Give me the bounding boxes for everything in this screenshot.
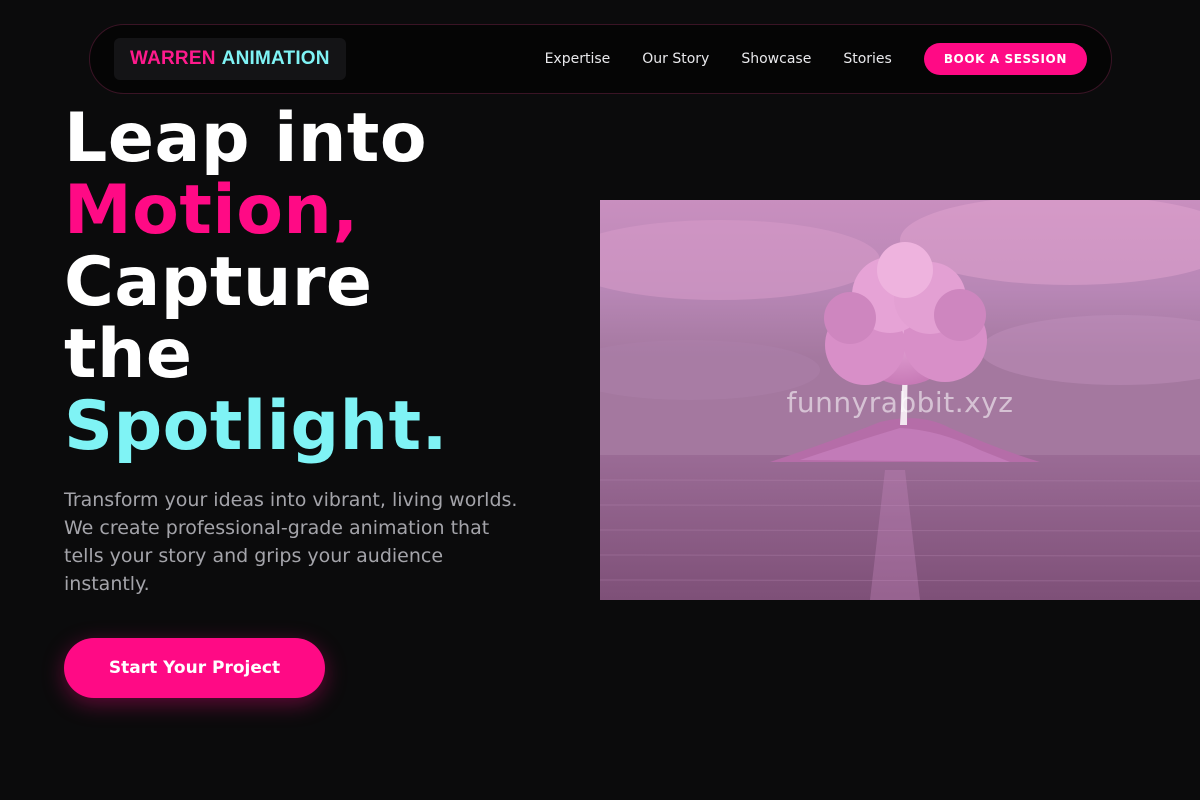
logo-word-warren: WARREN [130,48,216,69]
start-project-button[interactable]: Start Your Project [64,638,325,698]
headline-line-3: Capture [64,243,373,322]
page: WARREN ANIMATION Expertise Our Story Sho… [0,0,1200,800]
hero-image: funnyrabbit.xyz [600,200,1200,600]
nav-link-our-story[interactable]: Our Story [642,51,709,67]
hero-headline: Leap into Motion, Capture the Spotlight. [64,103,448,463]
book-session-button[interactable]: BOOK A SESSION [923,43,1087,75]
logo-word-animation: ANIMATION [221,48,330,69]
headline-line-5: Spotlight. [64,387,448,466]
headline-line-1: Leap into [64,99,428,178]
headline-line-2: Motion, [64,171,359,250]
top-navbar: WARREN ANIMATION Expertise Our Story Sho… [89,24,1112,94]
nav-link-expertise[interactable]: Expertise [545,51,611,67]
brand-logo[interactable]: WARREN ANIMATION [114,38,346,80]
image-watermark: funnyrabbit.xyz [786,386,1014,419]
nav-link-showcase[interactable]: Showcase [741,51,811,67]
nav-link-stories[interactable]: Stories [843,51,892,67]
nav-menu: Expertise Our Story Showcase Stories BOO… [545,43,1087,75]
headline-line-4: the [64,315,193,394]
hero-description: Transform your ideas into vibrant, livin… [64,489,518,595]
